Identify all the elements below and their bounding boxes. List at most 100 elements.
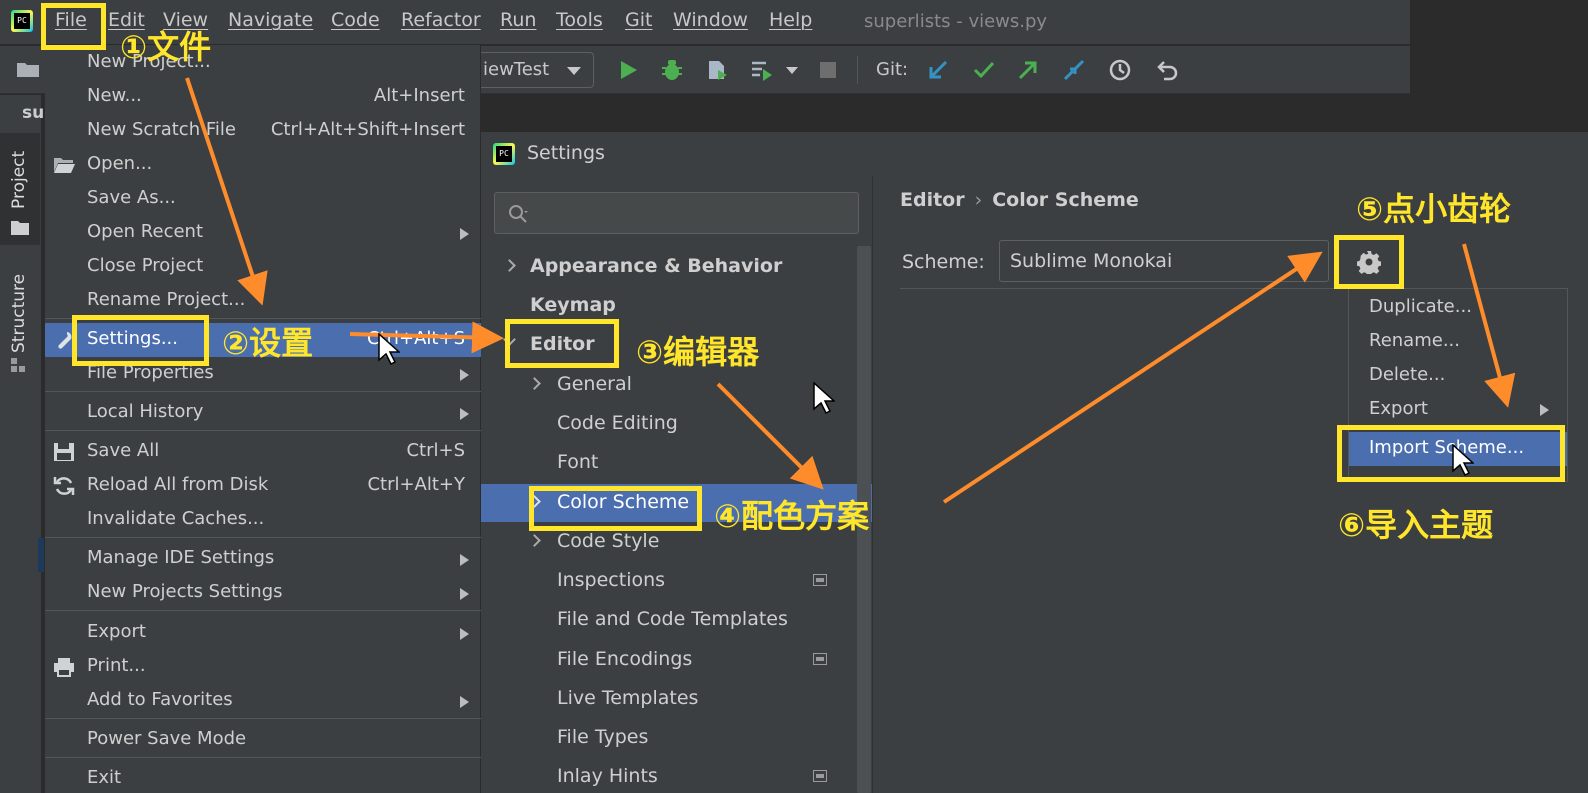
scheme-action-duplicate[interactable]: Duplicate... (1349, 291, 1567, 325)
file-menu-new-scratch-file[interactable]: New Scratch File Ctrl+Alt+Shift+Insert (45, 114, 481, 148)
popup-item-label: Duplicate... (1369, 296, 1472, 317)
mouse-cursor-icon (813, 382, 835, 414)
file-menu-new-project[interactable]: New Project... (45, 46, 481, 80)
settings-navigation-tree: Appearance & Behavior Keymap Editor Gene… (481, 176, 872, 793)
settings-nav-label: File and Code Templates (557, 608, 788, 630)
chevron-right-icon (528, 534, 541, 547)
settings-nav-inlay-hints[interactable]: Inlay Hints (481, 758, 857, 793)
menu-item-label: Export (87, 621, 146, 642)
settings-nav-label: Code Style (557, 530, 660, 552)
file-menu-add-to-favorites[interactable]: Add to Favorites (45, 684, 481, 718)
settings-nav-appearance-behavior[interactable]: Appearance & Behavior (481, 248, 857, 286)
settings-nav-file-encodings[interactable]: File Encodings (481, 641, 857, 679)
file-menu-exit[interactable]: Exit (45, 762, 481, 793)
submenu-arrow-icon (460, 628, 469, 640)
menu-separator (45, 391, 481, 392)
menu-item-label: Reload All from Disk (87, 474, 269, 495)
file-menu-rename-project[interactable]: Rename Project... (45, 284, 481, 318)
file-menu-save-as[interactable]: Save As... (45, 182, 481, 216)
settings-nav-font[interactable]: Font (481, 444, 857, 482)
file-menu-new[interactable]: New... Alt+Insert (45, 80, 481, 114)
settings-nav-label: Keymap (530, 294, 616, 316)
git-push-arrow-icon[interactable] (1016, 58, 1040, 82)
run-icon[interactable] (616, 58, 640, 82)
settings-nav-label: Code Editing (557, 412, 678, 434)
settings-dialog-titlebar: Settings (481, 132, 1588, 176)
menu-item-shortcut: Ctrl+Alt+Shift+Insert (270, 119, 465, 140)
breadcrumb-editor[interactable]: Editor (900, 189, 965, 211)
popup-item-label: Rename... (1369, 330, 1460, 351)
scheme-select[interactable]: Sublime Monokai (999, 240, 1329, 282)
file-menu-open-recent[interactable]: Open Recent (45, 216, 481, 250)
settings-nav-file-code-templates[interactable]: File and Code Templates (481, 601, 857, 639)
scheme-action-export[interactable]: Export (1349, 393, 1567, 427)
menu-separator (45, 718, 481, 719)
settings-nav-label: Inspections (557, 569, 666, 591)
file-menu-reload-all[interactable]: Reload All from Disk Ctrl+Alt+Y (45, 469, 481, 503)
highlight-file-menu (41, 3, 106, 50)
menu-window[interactable]: Window (673, 9, 748, 31)
file-menu-close-project[interactable]: Close Project (45, 250, 481, 284)
settings-search-input[interactable] (494, 192, 859, 234)
stop-icon[interactable] (816, 58, 840, 82)
structure-tab-label[interactable]: Structure (9, 274, 29, 353)
folder-icon (11, 221, 29, 235)
file-menu-print[interactable]: Print... (45, 650, 481, 684)
content-separator (900, 288, 1345, 289)
rollback-icon[interactable] (1156, 58, 1180, 82)
run-configuration-select[interactable]: iewTest (470, 52, 594, 88)
menu-item-shortcut: Ctrl+Alt+Y (367, 474, 465, 495)
file-menu-manage-ide-settings[interactable]: Manage IDE Settings (45, 542, 481, 576)
pycharm-logo-icon (11, 10, 33, 32)
submenu-arrow-icon (460, 228, 469, 240)
folder-icon[interactable] (16, 60, 40, 78)
file-menu-export[interactable]: Export (45, 616, 481, 650)
breadcrumb: Editor › Color Scheme (900, 189, 1139, 211)
file-menu-invalidate-caches[interactable]: Invalidate Caches... (45, 503, 481, 537)
menu-item-label: Manage IDE Settings (87, 547, 275, 568)
debug-bug-icon[interactable] (660, 58, 684, 82)
settings-nav-file-types[interactable]: File Types (481, 719, 857, 757)
file-menu-open[interactable]: Open... (45, 148, 481, 182)
project-tool-tab[interactable]: Project (0, 133, 40, 245)
settings-nav-inspections[interactable]: Inspections (481, 562, 857, 600)
settings-nav-live-templates[interactable]: Live Templates (481, 680, 857, 718)
search-icon (509, 205, 528, 223)
chevron-down-icon[interactable] (786, 67, 798, 74)
menu-item-label: Save As... (87, 187, 176, 208)
settings-nav-code-editing[interactable]: Code Editing (481, 405, 857, 443)
submenu-arrow-icon (460, 588, 469, 600)
menu-code[interactable]: Code (331, 9, 380, 31)
menu-separator (45, 757, 481, 758)
menu-git[interactable]: Git (625, 9, 652, 31)
history-clock-icon[interactable] (1108, 58, 1132, 82)
file-menu-power-save-mode[interactable]: Power Save Mode (45, 723, 481, 757)
menu-help[interactable]: Help (769, 9, 812, 31)
settings-nav-label: Live Templates (557, 687, 699, 709)
git-merge-icon[interactable] (1062, 58, 1086, 82)
settings-nav-label: Appearance & Behavior (530, 255, 783, 277)
menu-refactor[interactable]: Refactor (401, 9, 481, 31)
settings-dialog-title: Settings (527, 142, 605, 164)
file-menu-new-projects-settings[interactable]: New Projects Settings (45, 576, 481, 610)
git-update-arrow-icon[interactable] (926, 58, 950, 82)
scheme-action-delete[interactable]: Delete... (1349, 359, 1567, 393)
git-commit-check-icon[interactable] (972, 58, 996, 82)
menu-item-label: Power Save Mode (87, 728, 247, 749)
scheme-action-rename[interactable]: Rename... (1349, 325, 1567, 359)
chevron-down-icon (1302, 258, 1316, 266)
run-with-options-icon[interactable] (750, 58, 774, 82)
file-menu-save-all[interactable]: Save All Ctrl+S (45, 435, 481, 469)
settings-nav-label: File Encodings (557, 648, 693, 670)
git-label: Git: (876, 59, 909, 80)
menu-run[interactable]: Run (500, 9, 536, 31)
coverage-icon[interactable] (706, 58, 730, 82)
menu-tools[interactable]: Tools (556, 9, 603, 31)
menu-separator (45, 537, 481, 538)
settings-nav-label: File Types (557, 726, 649, 748)
menu-item-label: Close Project (87, 255, 204, 276)
popup-item-label: Delete... (1369, 364, 1446, 385)
menu-item-label: Open Recent (87, 221, 204, 242)
file-menu-local-history[interactable]: Local History (45, 396, 481, 430)
menu-navigate[interactable]: Navigate (228, 9, 313, 31)
